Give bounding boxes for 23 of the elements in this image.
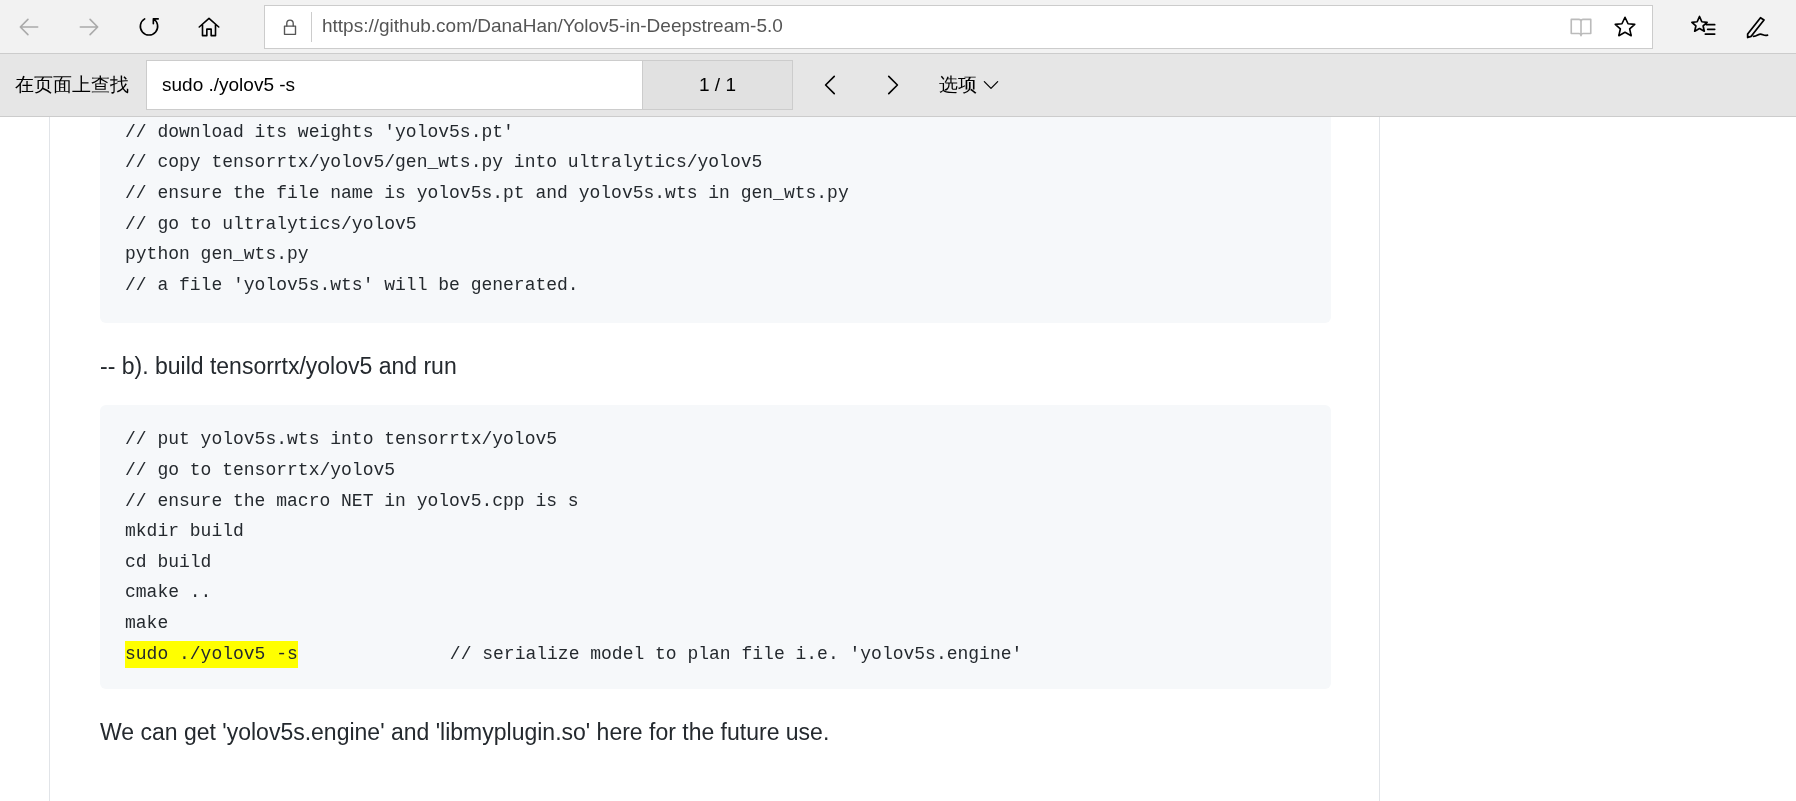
search-match: sudo ./yolov5 -s	[125, 640, 298, 668]
address-bar[interactable]: https://github.com/DanaHan/Yolov5-in-Deepstream-5.0	[264, 4, 1653, 49]
code-line: cd build	[125, 550, 212, 574]
options-button[interactable]: 选项	[939, 70, 1001, 100]
code-line: // a file 'yolov5s.wts' will be generated.	[125, 273, 579, 297]
url-text: https://github.com/DanaHan/Yolov5-in-Deepstream-5.0	[322, 14, 783, 39]
code-line: mkdir build	[125, 520, 244, 544]
code-line: // go to tensorrtx/yolov5	[125, 458, 396, 482]
code-line: cmake ..	[125, 581, 212, 605]
code-line: make	[125, 611, 169, 635]
code-line: // put yolov5s.wts into tensorrtx/yolov5	[125, 428, 558, 452]
code-line: // copy tensorrtx/yolov5/gen_wts.py into ultralytics/yolov5	[125, 151, 763, 175]
code-line: // download its weights 'yolov5s.pt'	[125, 120, 514, 144]
code-line: // go to ultralytics/yolov5	[125, 212, 417, 236]
code-line: // ensure the macro NET in yolov5.cpp is s	[125, 489, 579, 513]
code-line: // ensure the file name is yolov5s.pt and yolov5s.wts in gen_wts.py	[125, 182, 849, 205]
code-line: python gen_wts.py	[125, 243, 309, 267]
paragraph: -- b). build tensorrtx/yolov5 and run	[100, 351, 458, 381]
find-input[interactable]: sudo ./yolov5 -s	[146, 60, 643, 110]
match-count: 1 / 1	[643, 60, 793, 110]
find-label: 在页面上查找	[15, 72, 129, 97]
code-line: // serialize model to plan file i.e. 'yolov5s.engine'	[449, 642, 1023, 666]
paragraph: We can get 'yolov5s.engine' and 'libmyplugin.so' here for the future use.	[100, 718, 831, 748]
